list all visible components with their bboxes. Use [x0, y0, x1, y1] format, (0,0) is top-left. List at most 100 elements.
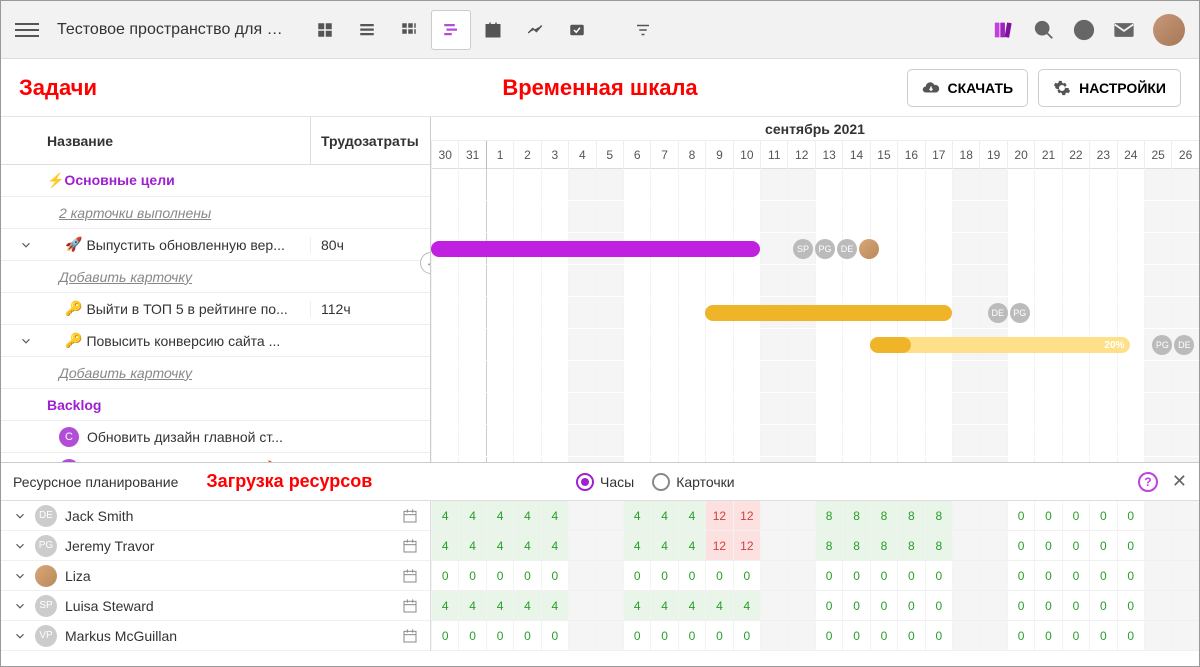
assignee-avatar[interactable]: SP — [793, 239, 813, 259]
timeline-day: 24 — [1117, 141, 1144, 169]
assignee-stack[interactable]: SPPGDE — [793, 239, 879, 259]
assignee-avatar[interactable]: DE — [837, 239, 857, 259]
timeline-day: 25 — [1144, 141, 1171, 169]
hours-cell — [760, 621, 787, 650]
add-card-link[interactable]: Добавить карточку — [59, 269, 192, 285]
chevron-down-icon[interactable] — [13, 569, 27, 583]
view-list-icon[interactable] — [347, 10, 387, 50]
resource-help-icon[interactable]: ? — [1138, 472, 1158, 492]
add-card-link[interactable]: Добавить карточку — [59, 365, 192, 381]
chevron-down-icon[interactable] — [13, 509, 27, 523]
library-icon[interactable] — [993, 19, 1015, 41]
calendar-icon[interactable] — [402, 628, 418, 644]
gantt-bar[interactable] — [431, 241, 760, 257]
timeline-day: 1 — [486, 141, 513, 169]
calendar-icon[interactable] — [402, 568, 418, 584]
gantt-bar[interactable] — [705, 305, 952, 321]
hours-cell: 8 — [815, 531, 842, 560]
chevron-down-icon[interactable] — [13, 599, 27, 613]
assignee-avatar[interactable] — [859, 239, 879, 259]
hours-cell: 0 — [1034, 501, 1061, 530]
resource-row[interactable]: SPLuisa Steward — [1, 591, 430, 621]
assignee-avatar[interactable]: PG — [815, 239, 835, 259]
task-row[interactable]: ⚡Основные цели — [1, 165, 430, 197]
task-row[interactable]: 🔑Повысить конверсию сайта ... — [1, 325, 430, 357]
calendar-icon[interactable] — [402, 538, 418, 554]
mail-icon[interactable] — [1113, 19, 1135, 41]
assignee-avatar[interactable]: PG — [1010, 303, 1030, 323]
resource-grid-row: 44444444440000000000 — [431, 591, 1199, 621]
resource-close-icon[interactable]: ✕ — [1172, 471, 1187, 492]
assignee-avatar[interactable]: DE — [1174, 335, 1194, 355]
radio-hours[interactable]: Часы — [576, 473, 634, 491]
timeline-row — [431, 265, 1199, 297]
assignee-stack[interactable]: DEPG — [988, 303, 1030, 323]
timeline-row — [431, 393, 1199, 425]
done-link[interactable]: 2 карточки выполнены — [59, 205, 211, 221]
menu-icon[interactable] — [15, 18, 39, 42]
hours-cell: 0 — [513, 621, 540, 650]
hours-cell: 4 — [513, 591, 540, 620]
view-table-icon[interactable] — [389, 10, 429, 50]
resource-grid[interactable]: 4444444412128888800000444444441212888880… — [431, 501, 1199, 651]
chevron-down-icon[interactable] — [19, 238, 33, 252]
view-kanban-icon[interactable] — [305, 10, 345, 50]
assignee-stack[interactable]: PGDE — [1152, 335, 1194, 355]
calendar-icon[interactable] — [402, 598, 418, 614]
space-title[interactable]: Тестовое пространство для с... — [57, 21, 287, 39]
download-button[interactable]: СКАЧАТЬ — [907, 69, 1029, 107]
chevron-down-icon[interactable] — [19, 334, 33, 348]
timeline-body[interactable]: SPPGDEDEPG20%PGDE — [431, 169, 1199, 462]
task-icon: 🔑 — [65, 332, 82, 349]
timeline-day: 20 — [1007, 141, 1034, 169]
timeline-day: 17 — [925, 141, 952, 169]
chevron-down-icon[interactable] — [13, 539, 27, 553]
resource-row[interactable]: Liza — [1, 561, 430, 591]
task-row[interactable]: CОбновить дизайн главной ст... — [1, 421, 430, 453]
task-row[interactable]: 🚀Выпустить обновленную вер...80ч — [1, 229, 430, 261]
timeline-day: 31 — [458, 141, 485, 169]
task-list[interactable]: ⚡Основные цели 2 карточки выполнены 🚀Выпус… — [1, 165, 430, 462]
timeline-day: 6 — [623, 141, 650, 169]
hours-cell: 0 — [733, 621, 760, 650]
hours-cell: 0 — [815, 621, 842, 650]
task-row[interactable]: 2 карточки выполнены — [1, 197, 430, 229]
view-gantt-icon[interactable] — [431, 10, 471, 50]
calendar-icon[interactable] — [402, 508, 418, 524]
timeline-day: 3 — [541, 141, 568, 169]
hours-cell: 12 — [733, 531, 760, 560]
task-row[interactable]: 🔑Выйти в ТОП 5 в рейтинге по...112ч — [1, 293, 430, 325]
help-icon[interactable] — [1073, 19, 1095, 41]
resource-row[interactable]: DEJack Smith — [1, 501, 430, 531]
hours-cell: 4 — [650, 591, 677, 620]
view-chart-icon[interactable] — [515, 10, 555, 50]
task-row[interactable]: Добавить карточку — [1, 357, 430, 389]
resource-row[interactable]: VPMarkus McGuillan — [1, 621, 430, 651]
gantt-bar[interactable] — [870, 337, 911, 353]
radio-cards[interactable]: Карточки — [652, 473, 734, 491]
hours-cell — [760, 531, 787, 560]
settings-button[interactable]: НАСТРОЙКИ — [1038, 69, 1181, 107]
person-name: Jack Smith — [65, 508, 394, 524]
timeline-day: 16 — [897, 141, 924, 169]
hours-cell — [1171, 531, 1198, 560]
hours-cell — [596, 561, 623, 590]
task-row[interactable]: CПоменять структуру блога 🔥 — [1, 453, 430, 462]
task-row[interactable]: Добавить карточку — [1, 261, 430, 293]
view-calendar-icon[interactable] — [473, 10, 513, 50]
task-row[interactable]: Backlog — [1, 389, 430, 421]
assignee-avatar[interactable]: PG — [1152, 335, 1172, 355]
assignee-avatar[interactable]: DE — [988, 303, 1008, 323]
hours-cell: 12 — [705, 531, 732, 560]
timeline-day: 13 — [815, 141, 842, 169]
user-avatar[interactable] — [1153, 14, 1185, 46]
view-archive-icon[interactable] — [557, 10, 597, 50]
timeline-day: 4 — [568, 141, 595, 169]
hours-cell — [952, 501, 979, 530]
hours-cell: 0 — [486, 621, 513, 650]
search-icon[interactable] — [1033, 19, 1055, 41]
resource-row[interactable]: PGJeremy Travor — [1, 531, 430, 561]
hours-cell — [952, 621, 979, 650]
filter-icon[interactable] — [623, 10, 663, 50]
chevron-down-icon[interactable] — [13, 629, 27, 643]
